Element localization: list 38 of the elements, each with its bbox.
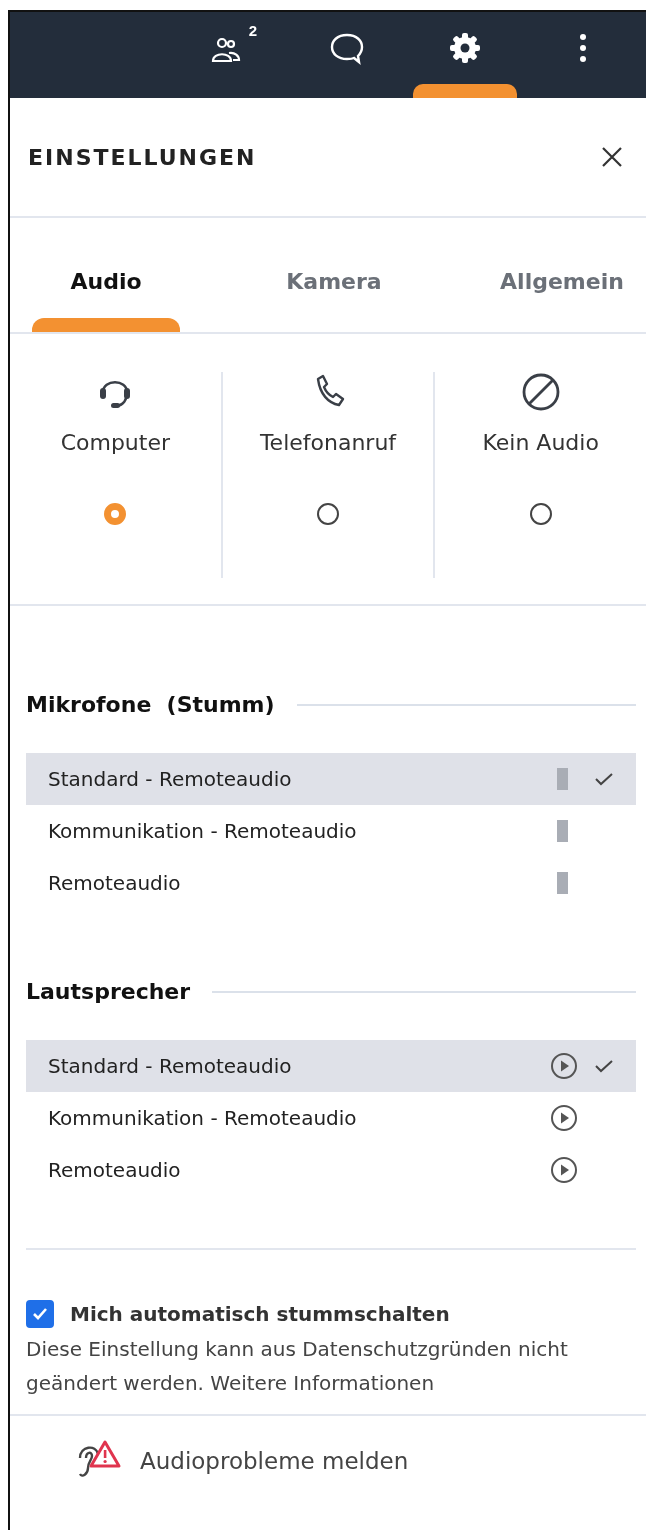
microphone-item[interactable]: Kommunikation - Remoteaudio	[26, 805, 636, 857]
tab[interactable]: Audio	[32, 218, 180, 332]
checkbox-label: Mich automatisch stummschalten	[70, 1302, 450, 1326]
play-icon[interactable]	[550, 1104, 578, 1132]
participants-button[interactable]: 2	[170, 12, 288, 98]
microphone-item[interactable]: Remoteaudio	[26, 857, 636, 909]
speaker-item[interactable]: Standard - Remoteaudio	[26, 1040, 636, 1092]
check-icon	[594, 771, 614, 787]
section-heading: Lautsprecher	[26, 979, 191, 1004]
radio-button[interactable]	[529, 503, 552, 525]
section-heading: Mikrofone (Stumm)	[26, 692, 275, 717]
panel-title: EINSTELLUNGEN	[28, 144, 257, 170]
speaker-item[interactable]: Kommunikation - Remoteaudio	[26, 1092, 636, 1144]
level-meter-icon	[557, 872, 568, 894]
radio-button[interactable]	[317, 503, 339, 525]
check-icon	[594, 1058, 614, 1074]
chat-icon	[329, 31, 365, 65]
speaker-item[interactable]: Remoteaudio	[26, 1144, 636, 1196]
play-icon[interactable]	[550, 1156, 578, 1184]
check-icon	[31, 1306, 49, 1322]
more-icon	[578, 32, 588, 64]
audio-option-label: Computer	[60, 430, 170, 455]
no-audio-icon	[520, 372, 561, 412]
participant-count: 2	[248, 22, 257, 39]
tab[interactable]: Kamera	[260, 218, 408, 332]
level-meter-icon	[557, 768, 568, 790]
settings-icon	[448, 31, 482, 65]
close-icon	[600, 145, 624, 169]
description-text: Diese Einstellung kann aus Datenschutzgründen nicht geändert werden. Weitere Informationen	[26, 1336, 569, 1397]
checkbox[interactable]	[26, 1300, 54, 1328]
level-meter-icon	[557, 820, 568, 842]
play-icon[interactable]	[550, 1052, 578, 1080]
audio-option-label: Kein Audio	[482, 430, 599, 455]
microphone-item[interactable]: Standard - Remoteaudio	[26, 753, 636, 805]
radio-button[interactable]	[104, 503, 127, 525]
report-button[interactable]: Audioprobleme melden	[70, 1434, 413, 1488]
tab[interactable]: Allgemein	[488, 218, 636, 332]
audio-option-label: Telefonanruf	[259, 430, 397, 455]
